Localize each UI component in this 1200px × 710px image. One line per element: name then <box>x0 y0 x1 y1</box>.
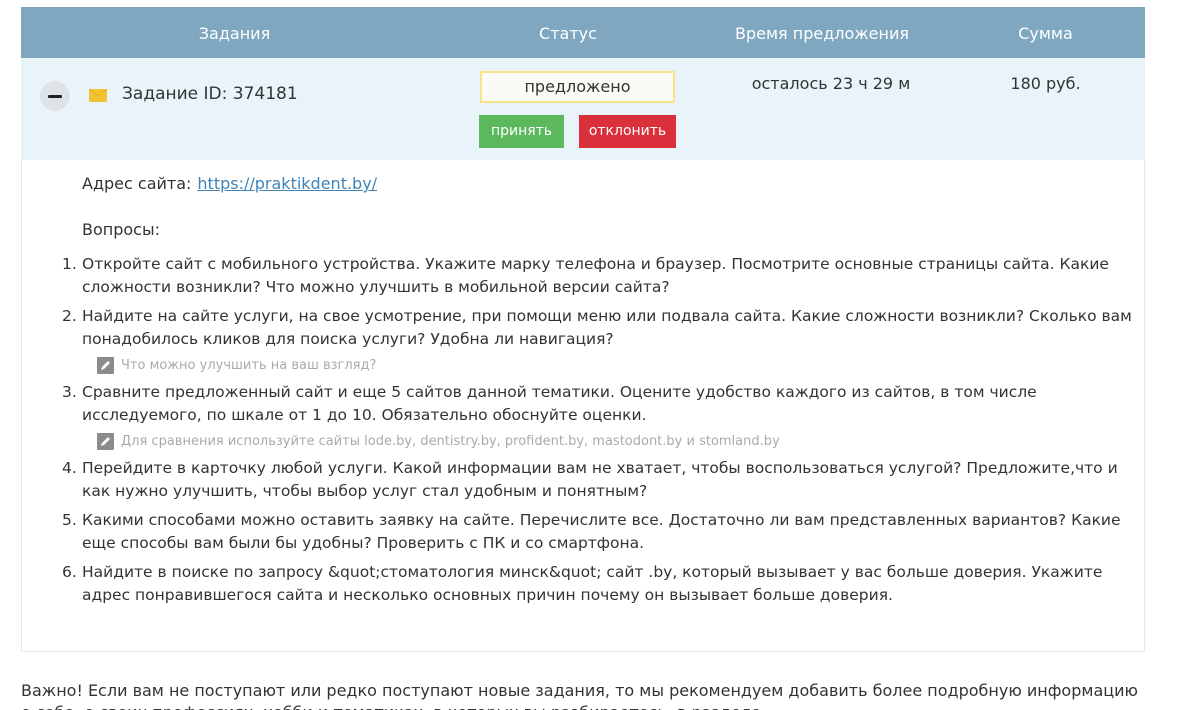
collapse-icon[interactable] <box>40 81 70 111</box>
question-item: 2. Найдите на сайте услуги, на свое усмо… <box>62 305 1132 351</box>
pencil-icon <box>97 433 114 450</box>
question-number: 6. <box>62 563 77 581</box>
important-note: Важно! Если вам не поступают или редко п… <box>21 681 1138 710</box>
accept-button[interactable]: принять <box>479 115 564 148</box>
header-task: Задания <box>198 24 271 43</box>
question-number: 1. <box>62 255 77 273</box>
question-item: 3. Сравните предложенный сайт и еще 5 са… <box>62 381 1132 427</box>
question-number: 5. <box>62 511 77 529</box>
header-status: Статус <box>539 24 597 43</box>
question-text: Перейдите в карточку любой услуги. Какой… <box>82 459 1118 500</box>
header-sum: Сумма <box>1018 24 1073 43</box>
question-item: 4. Перейдите в карточку любой услуги. Ка… <box>62 457 1132 503</box>
question-text: Сравните предложенный сайт и еще 5 сайто… <box>82 383 1037 424</box>
question-text: Какими способами можно оставить заявку н… <box>82 511 1121 552</box>
task-row: Задание ID: 374181 предложено принять от… <box>21 58 1145 160</box>
task-sum: 180 руб. <box>1010 74 1081 93</box>
site-label: Адрес сайта: <box>82 174 192 193</box>
question-number: 4. <box>62 459 77 477</box>
questions-list: 1. Откройте сайт с мобильного устройства… <box>62 253 1132 613</box>
time-remaining: осталось 23 ч 29 м <box>751 74 911 93</box>
task-details: Адрес сайта: https://praktikdent.by/ Вопр… <box>21 160 1145 652</box>
question-number: 2. <box>62 307 77 325</box>
pencil-icon <box>97 357 114 374</box>
site-link[interactable]: https://praktikdent.by/ <box>197 174 377 193</box>
status-badge: предложено <box>480 71 675 103</box>
question-text: Откройте сайт с мобильного устройства. У… <box>82 255 1109 296</box>
envelope-icon <box>89 89 107 102</box>
question-text: Найдите на сайте услуги, на свое усмотре… <box>82 307 1132 348</box>
question-number: 3. <box>62 383 77 401</box>
questions-label: Вопросы: <box>82 220 160 239</box>
question-hint: Что можно улучшить на ваш взгляд? <box>97 357 1132 375</box>
question-hint: Для сравнения используйте сайты lode.by,… <box>97 433 1132 451</box>
question-item: 5. Какими способами можно оставить заявк… <box>62 509 1132 555</box>
question-item: 6. Найдите в поиске по запросу &quot;сто… <box>62 561 1132 607</box>
header-time: Время предложения <box>734 24 910 43</box>
site-address-line: Адрес сайта: https://praktikdent.by/ <box>82 174 377 193</box>
question-item: 1. Откройте сайт с мобильного устройства… <box>62 253 1132 299</box>
hint-text: Для сравнения используйте сайты lode.by,… <box>121 434 780 449</box>
task-id: Задание ID: 374181 <box>122 84 298 104</box>
hint-text: Что можно улучшить на ваш взгляд? <box>121 358 377 373</box>
reject-button[interactable]: отклонить <box>579 115 676 148</box>
question-text: Найдите в поиске по запросу &quot;стомат… <box>82 563 1103 604</box>
